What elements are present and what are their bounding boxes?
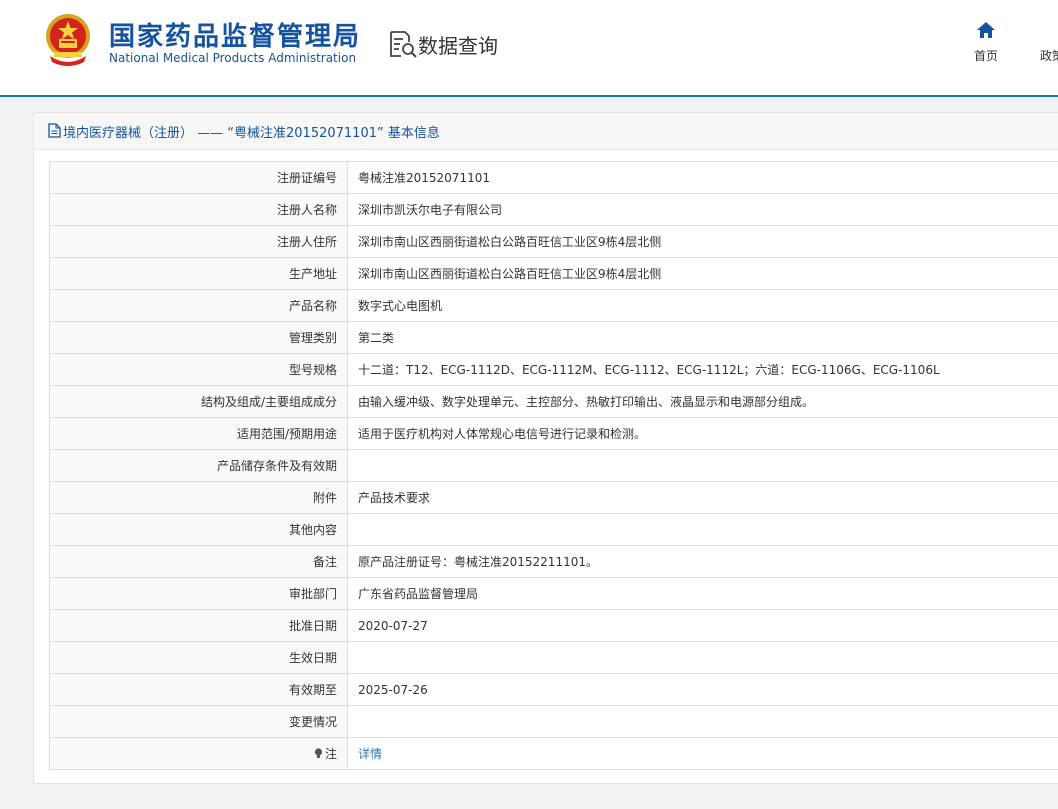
field-label: 管理类别	[49, 321, 348, 354]
field-label: 型号规格	[49, 353, 348, 386]
panel-header: 境内医疗器械（注册） —— “粤械注准20152071101” 基本信息	[34, 113, 1058, 150]
org-name-cn: 国家药品监督管理局	[109, 22, 362, 52]
section-title: 数据查询	[418, 34, 498, 58]
table-row: 适用范围/预期用途 适用于医疗机构对人体常规心电信号进行记录和检测。	[49, 417, 1058, 450]
table-row: 产品名称 数字式心电图机	[49, 289, 1058, 322]
field-label: 生效日期	[49, 641, 348, 674]
field-value: 由输入缓冲级、数字处理单元、主控部分、热敏打印输出、液晶显示和电源部分组成。	[347, 385, 1058, 418]
table-row: 型号规格 十二道：T12、ECG-1112D、ECG-1112M、ECG-1112…	[49, 353, 1058, 386]
field-value: 产品技术要求	[347, 481, 1058, 514]
table-row: 有效期至 2025-07-26	[49, 673, 1058, 706]
panel-title: 境内医疗器械（注册） —— “粤械注准20152071101” 基本信息	[63, 126, 440, 141]
document-icon	[48, 123, 61, 138]
field-label: 产品名称	[49, 289, 348, 322]
table-row: 其他内容	[49, 513, 1058, 546]
details-link[interactable]: 详情	[358, 747, 382, 761]
field-value: 第二类	[347, 321, 1058, 354]
table-row: 备注 原产品注册证号：粤械注准20152211101。	[49, 545, 1058, 578]
field-value	[347, 449, 1058, 482]
nav-home[interactable]: 首页	[966, 20, 1006, 64]
field-label: 批准日期	[49, 609, 348, 642]
data-query-icon	[390, 31, 417, 58]
table-row: 变更情况	[49, 705, 1058, 738]
field-value	[347, 705, 1058, 738]
field-label: 备注	[49, 545, 348, 578]
field-label: 变更情况	[49, 705, 348, 738]
table-row: 注册人住所 深圳市南山区西丽街道松白公路百旺信工业区9栋4层北侧	[49, 225, 1058, 258]
field-value: 十二道：T12、ECG-1112D、ECG-1112M、ECG-1112、ECG…	[347, 353, 1058, 386]
field-label: 适用范围/预期用途	[49, 417, 348, 450]
note-label: 注	[324, 747, 337, 761]
field-value: 适用于医疗机构对人体常规心电信号进行记录和检测。	[347, 417, 1058, 450]
field-label: 附件	[49, 481, 348, 514]
site-header: 国家药品监督管理局 National Medical Products Admi…	[0, 0, 1058, 95]
device-info-table: 注册证编号 粤械注准20152071101 注册人名称 深圳市凯沃尔电子有限公司 注册人…	[49, 161, 1058, 770]
field-value	[347, 641, 1058, 674]
field-label: 注册人名称	[49, 193, 348, 226]
field-value: 原产品注册证号：粤械注准20152211101。	[347, 545, 1058, 578]
field-value: 广东省药品监督管理局	[347, 577, 1058, 610]
table-row: 批准日期 2020-07-27	[49, 609, 1058, 642]
field-value: 粤械注准20152071101	[347, 161, 1058, 194]
org-name-en: National Medical Products Administration	[109, 51, 357, 65]
table-row: 生产地址 深圳市南山区西丽街道松白公路百旺信工业区9栋4层北侧	[49, 257, 1058, 290]
field-value: 深圳市南山区西丽街道松白公路百旺信工业区9栋4层北侧	[347, 257, 1058, 290]
bulb-icon	[314, 748, 323, 758]
table-row: 产品储存条件及有效期	[49, 449, 1058, 482]
table-row: 注册人名称 深圳市凯沃尔电子有限公司	[49, 193, 1058, 226]
field-label: 生产地址	[49, 257, 348, 290]
home-icon	[977, 22, 995, 38]
field-label: 审批部门	[49, 577, 348, 610]
field-value: 2025-07-26	[347, 673, 1058, 706]
nav-policy[interactable]: 政策	[1040, 47, 1058, 64]
field-label: 有效期至	[49, 673, 348, 706]
detail-panel: 境内医疗器械（注册） —— “粤械注准20152071101” 基本信息 注册证…	[33, 112, 1058, 784]
field-label: 其他内容	[49, 513, 348, 546]
note-label-cell: 注	[49, 737, 348, 770]
field-value: 深圳市南山区西丽街道松白公路百旺信工业区9栋4层北侧	[347, 225, 1058, 258]
table-row: 注册证编号 粤械注准20152071101	[49, 161, 1058, 194]
table-row: 结构及组成/主要组成成分 由输入缓冲级、数字处理单元、主控部分、热敏打印输出、液晶…	[49, 385, 1058, 418]
field-label: 注册人住所	[49, 225, 348, 258]
field-value	[347, 513, 1058, 546]
national-emblem-icon	[46, 14, 90, 66]
table-row: 管理类别 第二类	[49, 321, 1058, 354]
field-value: 2020-07-27	[347, 609, 1058, 642]
table-row: 附件 产品技术要求	[49, 481, 1058, 514]
field-value: 数字式心电图机	[347, 289, 1058, 322]
table-row: 审批部门 广东省药品监督管理局	[49, 577, 1058, 610]
field-label: 产品储存条件及有效期	[49, 449, 348, 482]
field-value: 深圳市凯沃尔电子有限公司	[347, 193, 1058, 226]
note-value-cell: 详情	[347, 737, 1058, 770]
table-row-note: 注 详情	[49, 737, 1058, 770]
nav-home-label: 首页	[973, 49, 998, 63]
table-row: 生效日期	[49, 641, 1058, 674]
field-label: 结构及组成/主要组成成分	[49, 385, 348, 418]
field-label: 注册证编号	[49, 161, 348, 194]
